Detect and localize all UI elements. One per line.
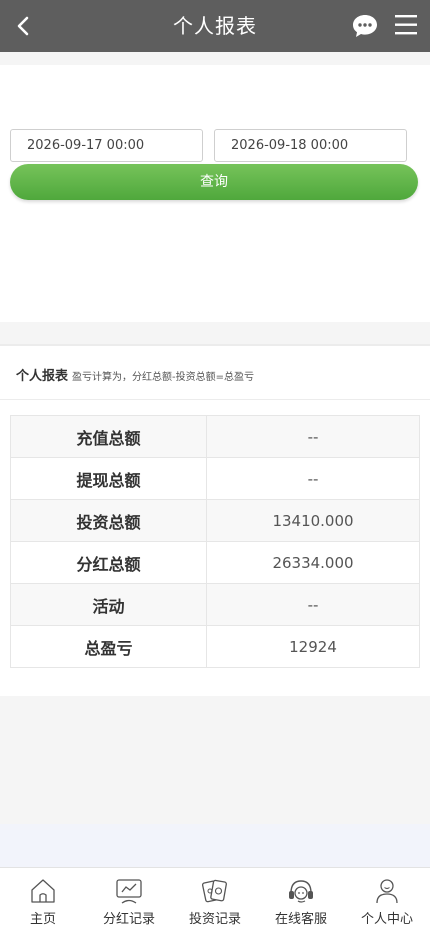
hamburger-menu-icon [395,15,417,35]
row-label: 分红总额 [10,541,207,584]
query-panel: 查询 [0,65,430,322]
report-heading: 个人报表 盈亏计算为，分红总额-投资总额=总盈亏 [16,365,254,384]
tab-customer-service[interactable]: 在线客服 [258,868,344,932]
row-label: 投资总额 [10,499,207,542]
row-label: 总盈亏 [10,625,207,668]
tab-home[interactable]: 主页 [0,868,86,932]
table-row: 充值总额 -- [10,415,420,458]
row-value: 12924 [206,625,420,668]
table-row: 投资总额 13410.000 [10,499,420,542]
start-date-input[interactable] [10,129,203,162]
cards-icon [201,879,227,903]
report-note: 盈亏计算为，分红总额-投资总额=总盈亏 [72,372,255,383]
chat-bubble-icon [353,15,377,37]
report-panel: 个人报表 盈亏计算为，分红总额-投资总额=总盈亏 充值总额 -- 提现总额 -- … [0,344,430,696]
row-label: 提现总额 [10,457,207,500]
monitor-chart-icon [116,879,142,904]
app: 个人报表 查询 个人报表盈亏计算为，分红总额-投资总额=总盈亏 [0,0,430,932]
table-row: 活动 -- [10,583,420,626]
row-label: 充值总额 [10,415,207,458]
tab-dividend-records[interactable]: 分红记录 [86,868,172,932]
report-table: 充值总额 -- 提现总额 -- 投资总额 13410.000 分红总额 2633… [10,415,420,668]
end-date-input[interactable] [214,129,407,162]
row-label: 活动 [10,583,207,626]
chat-button[interactable] [350,11,380,41]
headset-icon [289,880,313,903]
row-value: -- [206,457,420,500]
tab-label: 主页 [29,912,56,927]
home-icon [31,879,55,903]
top-nav-bar: 个人报表 [0,0,430,52]
tab-investment-records[interactable]: 投资记录 [172,868,258,932]
table-row: 总盈亏 12924 [10,625,420,668]
menu-button[interactable] [393,12,421,38]
user-icon [376,879,398,904]
row-value: 13410.000 [206,499,420,542]
query-button[interactable]: 查询 [10,164,418,200]
row-value: -- [206,583,420,626]
tab-label: 投资记录 [188,912,241,927]
divider [0,399,430,400]
background-stripe [0,824,430,868]
bottom-tab-bar: 主页 分红记录 投资记录 在线客服 个人中心 [0,867,430,932]
table-row: 分红总额 26334.000 [10,541,420,584]
row-value: 26334.000 [206,541,420,584]
tab-label: 在线客服 [274,912,327,927]
row-value: -- [206,415,420,458]
table-row: 提现总额 -- [10,457,420,500]
report-heading-title: 个人报表 [16,369,69,384]
tab-label: 个人中心 [360,912,413,927]
tab-label: 分红记录 [102,912,155,927]
tab-personal-center[interactable]: 个人中心 [344,868,430,932]
